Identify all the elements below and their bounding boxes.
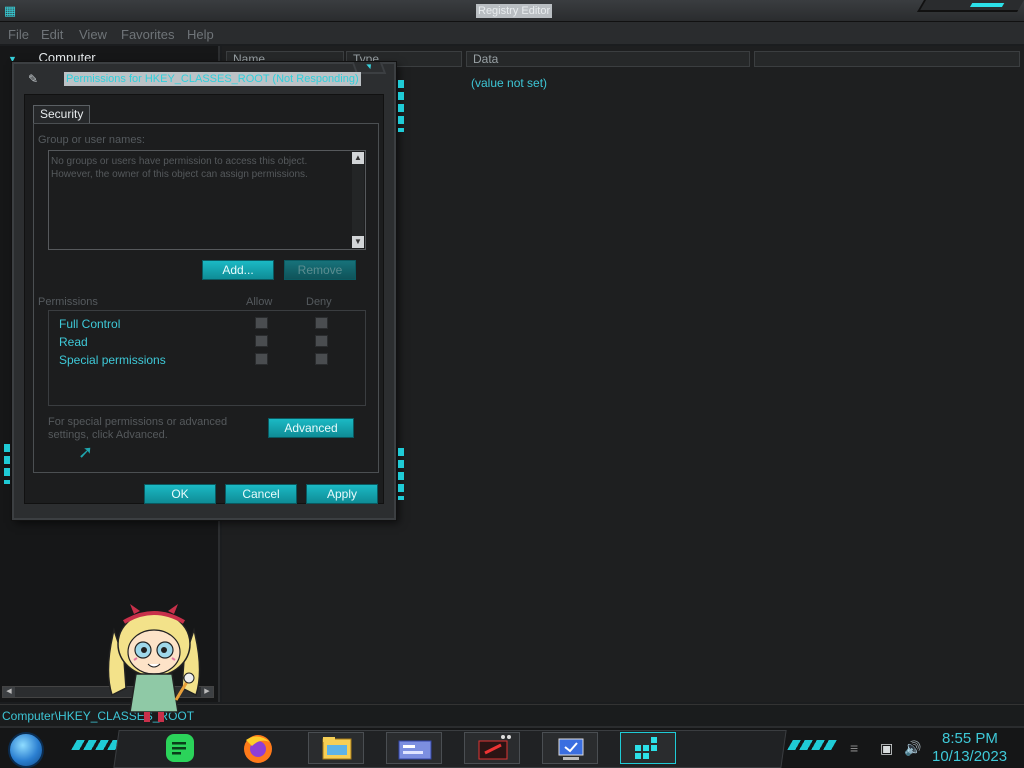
registry-editor-taskbar-icon[interactable] (620, 732, 676, 764)
column-header-data[interactable]: Data (466, 51, 750, 67)
advanced-button[interactable]: Advanced (268, 418, 354, 438)
menu-favorites[interactable]: Favorites (121, 27, 174, 42)
firefox-icon[interactable] (230, 732, 286, 764)
menu-bar: File Edit View Favorites Help (0, 22, 1024, 44)
allow-full-control-checkbox[interactable] (255, 317, 268, 329)
menu-file[interactable]: File (8, 27, 29, 42)
apply-button[interactable]: Apply (306, 484, 378, 504)
dialog-icon: ✎ (28, 72, 39, 86)
deny-column-label: Deny (306, 296, 332, 308)
clock-time[interactable]: 8:55 PM (942, 730, 998, 747)
taskbar: ≡ ▣ 🔊 8:55 PM 10/13/2023 (0, 726, 1024, 768)
remove-button[interactable]: Remove (284, 260, 356, 280)
side-glow-decoration (398, 448, 404, 500)
window-controls[interactable] (917, 0, 1024, 12)
window-title: Registry Editor (476, 4, 553, 18)
allow-column-label: Allow (246, 296, 273, 308)
security-panel: Group or user names: No groups or users … (33, 123, 379, 473)
add-button[interactable]: Add... (202, 260, 274, 280)
column-header-empty (754, 51, 1020, 67)
permission-full-control: Full Control (59, 317, 121, 331)
remote-desktop-icon[interactable] (542, 732, 598, 764)
busy-cursor-icon: ➚ (78, 442, 94, 462)
allow-special-checkbox[interactable] (255, 353, 268, 365)
menu-view[interactable]: View (79, 27, 107, 42)
allow-read-checkbox[interactable] (255, 335, 268, 347)
deny-full-control-checkbox[interactable] (315, 317, 328, 329)
value-data-cell[interactable]: (value not set) (471, 76, 547, 90)
deny-special-checkbox[interactable] (315, 353, 328, 365)
taskbar-glow-decoration (787, 740, 837, 750)
clock-date[interactable]: 10/13/2023 (932, 748, 1007, 765)
scroll-up-icon[interactable]: ▲ (352, 152, 364, 164)
deny-read-checkbox[interactable] (315, 335, 328, 347)
side-glow-decoration (398, 80, 404, 132)
tray-divider-icon: ≡ (850, 740, 859, 756)
side-glow-decoration (4, 444, 10, 484)
tab-security[interactable]: Security (33, 105, 91, 123)
users-listbox[interactable]: No groups or users have permission to ac… (48, 150, 366, 250)
scroll-down-icon[interactable]: ▼ (352, 236, 364, 248)
file-explorer-icon[interactable] (308, 732, 364, 764)
network-icon[interactable]: ▣ (880, 740, 893, 757)
group-label: Group or user names: (38, 134, 145, 146)
ok-button[interactable]: OK (144, 484, 216, 504)
title-bar: ▦ Registry Editor (0, 0, 1024, 22)
cancel-button[interactable]: Cancel (225, 484, 297, 504)
dialog-body: Security Group or user names: No groups … (24, 94, 384, 504)
advanced-hint: For special permissions or advanced sett… (48, 416, 228, 441)
vertical-scrollbar[interactable]: ▲ ▼ (352, 152, 364, 248)
registry-editor-icon: ▦ (3, 3, 17, 18)
media-player-icon[interactable] (464, 732, 520, 764)
control-panel-icon[interactable] (386, 732, 442, 764)
scroll-left-icon[interactable]: ◀ (3, 687, 15, 697)
cartoon-character (107, 604, 201, 722)
users-message: No groups or users have permission to ac… (51, 156, 308, 180)
permissions-list: Full Control Read Special permissions (48, 310, 366, 406)
permissions-dialog: ▼ ✎ Permissions for HKEY_CLASSES_ROOT (N… (4, 62, 404, 520)
volume-icon[interactable]: 🔊 (904, 740, 921, 757)
taskbar-frame (113, 730, 787, 768)
start-button[interactable] (8, 732, 44, 768)
permissions-label: Permissions (38, 296, 98, 308)
permission-read: Read (59, 335, 88, 349)
menu-edit[interactable]: Edit (41, 27, 63, 42)
messages-app-icon[interactable] (154, 732, 210, 764)
menu-help[interactable]: Help (187, 27, 214, 42)
taskbar-glow-decoration (71, 740, 121, 750)
permission-special: Special permissions (59, 353, 166, 367)
dialog-title: Permissions for HKEY_CLASSES_ROOT (Not R… (64, 72, 361, 86)
